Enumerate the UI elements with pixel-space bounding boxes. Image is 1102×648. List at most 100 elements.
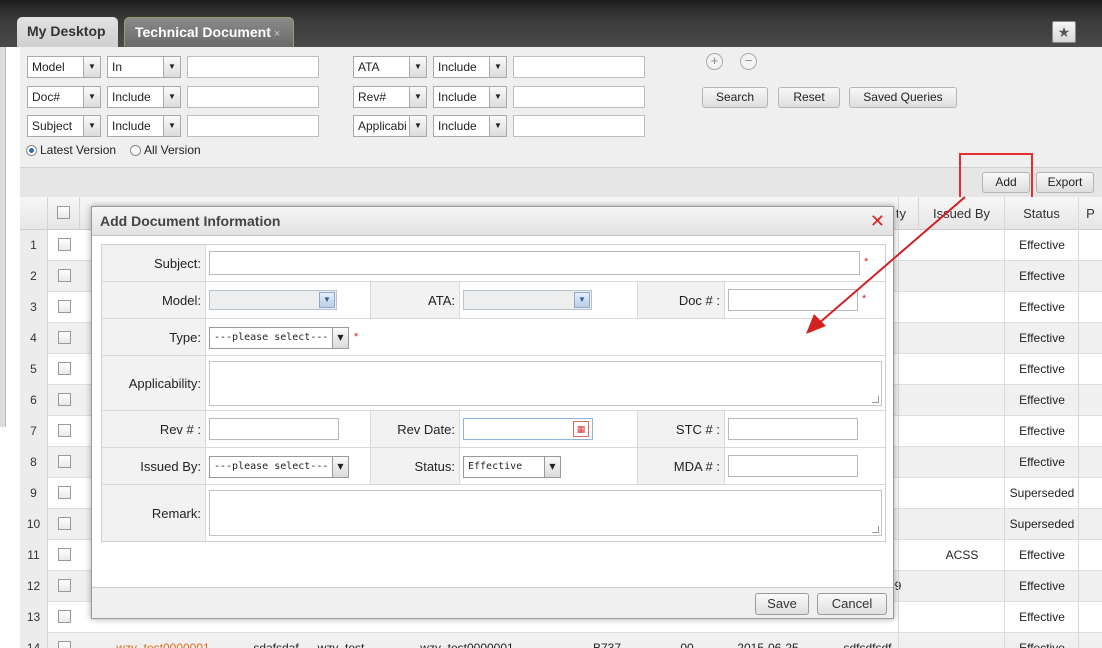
filter-field-select[interactable]: Rev# ▼: [353, 86, 427, 108]
filter-field-select[interactable]: Doc# ▼: [27, 86, 101, 108]
filter-field-select[interactable]: ATA ▼: [353, 56, 427, 78]
form-row-applicability: Applicability:: [102, 356, 885, 411]
issued-by-cell: [919, 261, 1005, 292]
issued-by-cell: [919, 447, 1005, 478]
filter-op-select[interactable]: Include ▼: [433, 115, 507, 137]
filter-value-input[interactable]: [513, 56, 645, 78]
row-checkbox[interactable]: [58, 300, 71, 313]
subject-input[interactable]: [209, 251, 860, 275]
row-checkbox[interactable]: [58, 269, 71, 282]
rev-input[interactable]: [209, 418, 339, 440]
select-value: ---please select---: [214, 461, 329, 472]
filter-value-input[interactable]: [513, 115, 645, 137]
rev-date-input[interactable]: ▦: [463, 418, 593, 440]
filter-value-input[interactable]: [513, 86, 645, 108]
row-number: 10: [20, 509, 48, 540]
all-version-radio[interactable]: All Version: [130, 143, 201, 157]
filter-value-input[interactable]: [187, 56, 319, 78]
rev-cell: sdafsdaf: [253, 641, 299, 648]
row-checkbox[interactable]: [58, 331, 71, 344]
mda-input[interactable]: [728, 455, 858, 477]
row-number: 3: [20, 292, 48, 323]
tab-label: My Desktop: [27, 23, 106, 39]
model-label: Model:: [102, 282, 206, 318]
grid-column-divider: [898, 197, 899, 648]
status-cell: Effective: [1019, 548, 1065, 562]
remove-row-minus-icon[interactable]: −: [740, 53, 757, 70]
header-p[interactable]: P: [1079, 197, 1102, 230]
row-checkbox[interactable]: [58, 424, 71, 437]
row-checkbox[interactable]: [58, 517, 71, 530]
applicability-label: Applicability:: [102, 356, 206, 410]
header-rownum: [20, 197, 48, 230]
type-select[interactable]: ---please select--- ▼: [209, 327, 349, 349]
document-form: Subject: * Model: ▼ ATA: ▼ Doc # : * Typ…: [101, 244, 886, 542]
row-checkbox[interactable]: [58, 641, 71, 648]
row-number: 4: [20, 323, 48, 354]
doc-number-link[interactable]: wzy_test0000001: [82, 633, 244, 648]
stc-input[interactable]: [728, 418, 858, 440]
chevron-down-icon: ▼: [83, 57, 100, 77]
doc-number-input[interactable]: [728, 289, 858, 311]
filter-field-select[interactable]: Model ▼: [27, 56, 101, 78]
row-checkbox[interactable]: [58, 579, 71, 592]
issued-by-select[interactable]: ---please select--- ▼: [209, 456, 349, 478]
model-select[interactable]: ▼: [209, 290, 337, 310]
tab-close-icon[interactable]: ×: [274, 28, 280, 40]
row-checkbox[interactable]: [58, 610, 71, 623]
select-all-checkbox[interactable]: [57, 206, 70, 219]
form-row-issued: Issued By: ---please select--- ▼ Status: …: [102, 448, 885, 485]
select-value: Subject: [32, 119, 73, 133]
filter-op-select[interactable]: Include ▼: [107, 115, 181, 137]
table-row[interactable]: 14 wzy_test0000001 sdafsdaf wzy_test wzy…: [20, 633, 1102, 648]
subject-label: Subject:: [102, 245, 206, 281]
status-label: Status:: [370, 448, 460, 484]
select-value: Model: [32, 60, 65, 74]
calendar-icon[interactable]: ▦: [573, 421, 589, 437]
reset-button[interactable]: Reset: [778, 87, 840, 108]
status-cell: Effective: [1019, 238, 1065, 252]
close-icon[interactable]: ✕: [870, 211, 885, 231]
saved-queries-button[interactable]: Saved Queries: [849, 87, 957, 108]
export-button[interactable]: Export: [1036, 172, 1094, 193]
row-checkbox[interactable]: [58, 548, 71, 561]
select-value: ATA: [358, 60, 380, 74]
tab-my-desktop[interactable]: My Desktop: [17, 17, 118, 47]
row-checkbox[interactable]: [58, 393, 71, 406]
save-button[interactable]: Save: [755, 593, 809, 615]
filter-value-input[interactable]: [187, 115, 319, 137]
filter-op-select[interactable]: Include ▼: [107, 86, 181, 108]
applicability-textarea[interactable]: [209, 361, 882, 406]
filter-field-select[interactable]: Applicabi ▼: [353, 115, 427, 137]
cancel-button[interactable]: Cancel: [817, 593, 887, 615]
annotation-highlight-box: [959, 153, 1033, 201]
row-number: 7: [20, 416, 48, 447]
status-select[interactable]: Effective ▼: [463, 456, 561, 478]
filter-op-select[interactable]: Include ▼: [433, 86, 507, 108]
dialog-title-bar[interactable]: Add Document Information ✕: [92, 207, 893, 236]
left-scrollbar[interactable]: [0, 47, 6, 427]
ata-select[interactable]: ▼: [463, 290, 592, 310]
filter-op-select[interactable]: Include ▼: [433, 56, 507, 78]
header-issued-by[interactable]: Issued By: [919, 197, 1005, 230]
row-checkbox[interactable]: [58, 238, 71, 251]
filter-op-select[interactable]: In ▼: [107, 56, 181, 78]
latest-version-radio[interactable]: Latest Version: [26, 143, 116, 157]
chevron-down-icon: ▼: [163, 57, 180, 77]
header-status[interactable]: Status: [1005, 197, 1079, 230]
filter-value-input[interactable]: [187, 86, 319, 108]
row-checkbox[interactable]: [58, 486, 71, 499]
form-row-type: Type: ---please select--- ▼ *: [102, 319, 885, 356]
row-checkbox[interactable]: [58, 362, 71, 375]
rev-label: Rev # :: [102, 411, 206, 447]
search-button[interactable]: Search: [702, 87, 768, 108]
tab-technical-document[interactable]: Technical Document ×: [124, 17, 294, 47]
row-checkbox[interactable]: [58, 455, 71, 468]
title-cell: wzy_test0000001: [420, 641, 514, 648]
row-number: 13: [20, 602, 48, 633]
favorite-star-icon[interactable]: ★: [1052, 21, 1076, 43]
filter-field-select[interactable]: Subject ▼: [27, 115, 101, 137]
remark-textarea[interactable]: [209, 490, 882, 536]
add-row-plus-icon[interactable]: +: [706, 53, 723, 70]
chevron-down-icon: ▼: [489, 87, 506, 107]
